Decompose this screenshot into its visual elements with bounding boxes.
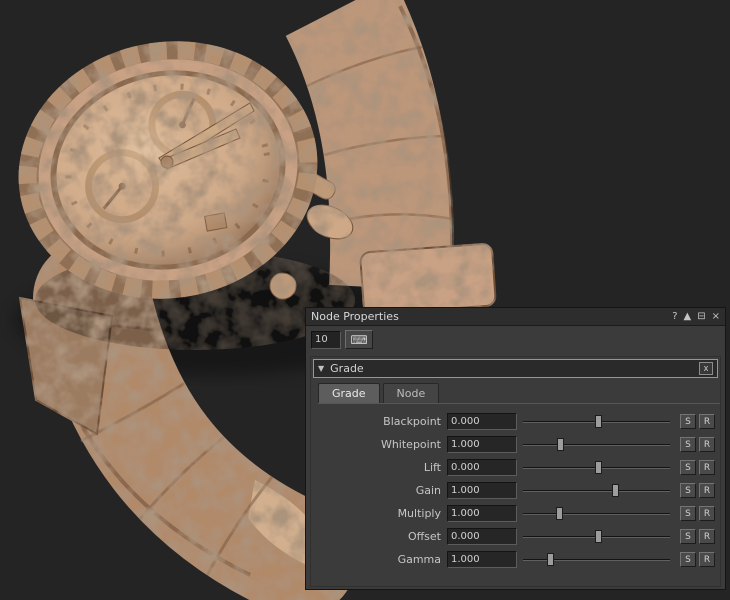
sample-button[interactable]: S [680,552,696,567]
slider-track [523,444,670,446]
node-name: Grade [330,362,364,375]
param-rows: Blackpoint S R Whitepoint [311,404,720,571]
param-slider[interactable] [523,437,670,453]
param-slider[interactable] [523,506,670,522]
keyboard-icon: ⌨ [350,333,367,347]
collapse-panel-icon[interactable]: ▲ [684,312,692,322]
panel-titlebar[interactable]: Node Properties ? ▲ ⊟ × [306,308,725,326]
max-panels-input[interactable] [311,331,341,349]
slider-handle[interactable] [595,530,602,543]
param-slider[interactable] [523,529,670,545]
node-properties-panel: Node Properties ? ▲ ⊟ × ⌨ ▼ Grade x Grad… [305,307,726,590]
slider-handle[interactable] [595,415,602,428]
param-slider[interactable] [523,552,670,568]
param-value-input[interactable] [447,505,517,522]
slider-handle[interactable] [612,484,619,497]
param-value-input[interactable] [447,482,517,499]
param-value-input[interactable] [447,436,517,453]
param-label: Gain [311,484,447,497]
param-label: Gamma [311,553,447,566]
param-row-gamma: Gamma S R [311,548,715,571]
param-label: Multiply [311,507,447,520]
param-row-gain: Gain S R [311,479,715,502]
sample-button[interactable]: S [680,529,696,544]
param-value-input[interactable] [447,528,517,545]
sample-button[interactable]: S [680,414,696,429]
collapse-triangle-icon[interactable]: ▼ [318,364,324,373]
param-slider[interactable] [523,414,670,430]
param-label: Offset [311,530,447,543]
slider-handle[interactable] [556,507,563,520]
revert-button[interactable]: R [699,437,715,452]
sample-button[interactable]: S [680,506,696,521]
param-slider[interactable] [523,483,670,499]
sample-button[interactable]: S [680,460,696,475]
param-row-whitepoint: Whitepoint S R [311,433,715,456]
application-window: Node Properties ? ▲ ⊟ × ⌨ ▼ Grade x Grad… [0,0,730,600]
slider-track [523,490,670,492]
sample-button[interactable]: S [680,483,696,498]
revert-button[interactable]: R [699,506,715,521]
sample-button[interactable]: S [680,437,696,452]
param-value-input[interactable] [447,413,517,430]
tab-node[interactable]: Node [383,383,440,403]
band-clasp [360,243,496,314]
param-label: Blackpoint [311,415,447,428]
param-row-offset: Offset S R [311,525,715,548]
float-dock-icon[interactable]: ⊟ [697,312,705,322]
tab-grade[interactable]: Grade [318,383,380,403]
revert-button[interactable]: R [699,483,715,498]
close-icon[interactable]: × [712,312,720,322]
watch-pusher [270,273,296,299]
grade-node-section: ▼ Grade x Grade Node Blackpoint S R [310,356,721,587]
param-label: Whitepoint [311,438,447,451]
node-header[interactable]: ▼ Grade x [313,359,718,378]
slider-handle[interactable] [547,553,554,566]
param-value-input[interactable] [447,459,517,476]
panel-title: Node Properties [311,310,666,323]
slider-track [523,559,670,561]
slider-handle[interactable] [557,438,564,451]
revert-button[interactable]: R [699,529,715,544]
revert-button[interactable]: R [699,552,715,567]
slider-track [523,513,670,515]
slider-handle[interactable] [595,461,602,474]
revert-button[interactable]: R [699,460,715,475]
help-icon[interactable]: ? [672,312,677,322]
revert-button[interactable]: R [699,414,715,429]
node-close-button[interactable]: x [699,362,713,375]
tab-bar: Grade Node [318,383,720,404]
param-row-multiply: Multiply S R [311,502,715,525]
param-slider[interactable] [523,460,670,476]
param-row-lift: Lift S R [311,456,715,479]
param-label: Lift [311,461,447,474]
param-value-input[interactable] [447,551,517,568]
pin-panels-button[interactable]: ⌨ [345,330,373,349]
panel-toolbar: ⌨ [306,326,725,351]
param-row-blackpoint: Blackpoint S R [311,410,715,433]
